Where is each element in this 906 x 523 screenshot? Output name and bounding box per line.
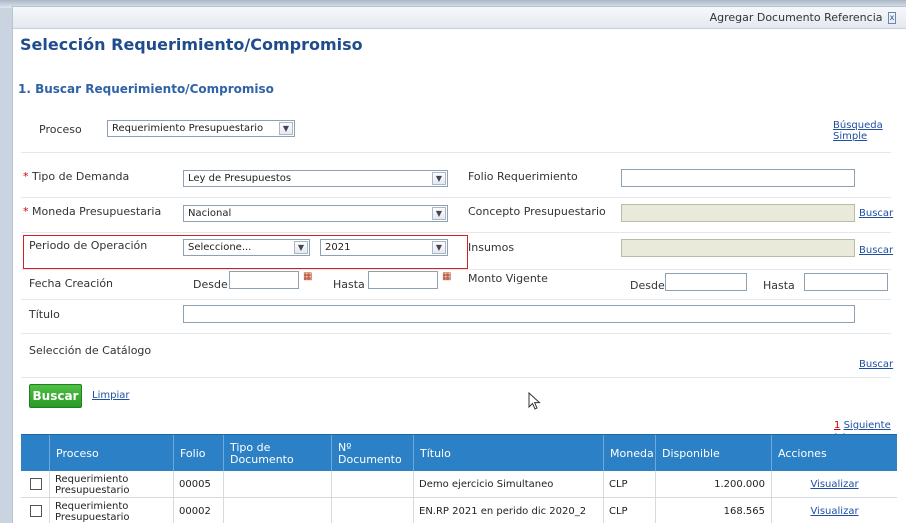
catalogo-buscar-link[interactable]: Buscar xyxy=(859,359,893,370)
cell-numero-documento xyxy=(331,498,413,523)
catalogo-label: Selección de Catálogo xyxy=(29,344,152,357)
calendar-icon[interactable]: ▦ xyxy=(303,271,317,284)
divider xyxy=(21,377,891,378)
fecha-hasta-label: Hasta xyxy=(333,278,365,291)
proceso-select[interactable]: Requerimiento Presupuestario ▼ xyxy=(107,120,295,137)
divider xyxy=(21,269,891,270)
divider xyxy=(21,232,891,233)
tipo-demanda-value: Ley de Presupuestos xyxy=(188,173,292,184)
section-title: 1. Buscar Requerimiento/Compromiso xyxy=(18,82,274,96)
column-header-tipo-documento[interactable]: Tipo de Documento xyxy=(223,435,331,472)
insumos-buscar-link[interactable]: Buscar xyxy=(859,245,893,256)
cell-acciones: Visualizar xyxy=(771,471,897,498)
concepto-input xyxy=(621,204,855,222)
chevron-down-icon: ▼ xyxy=(294,241,308,254)
proceso-label: Proceso xyxy=(39,123,82,136)
cell-proceso: Requerimiento Presupuestario xyxy=(49,498,173,523)
tipo-demanda-label: * Tipo de Demanda xyxy=(23,170,130,183)
dialog-window: Agregar Documento Referencia x Selección… xyxy=(12,6,906,523)
monto-hasta-label: Hasta xyxy=(763,279,795,292)
chevron-down-icon: ▼ xyxy=(432,207,446,220)
cell-folio: 00002 xyxy=(173,498,223,523)
column-header-moneda[interactable]: Moneda xyxy=(603,435,655,472)
divider xyxy=(21,299,891,300)
fecha-hasta-input[interactable] xyxy=(368,271,438,289)
monto-hasta-input[interactable] xyxy=(804,273,888,291)
column-header-numero-documento[interactable]: Nº Documento xyxy=(331,435,413,472)
chevron-down-icon: ▼ xyxy=(432,172,446,185)
busqueda-simple-link[interactable]: Búsqueda Simple xyxy=(833,120,906,142)
divider xyxy=(21,152,891,153)
row-checkbox[interactable] xyxy=(30,478,42,490)
concepto-label: Concepto Presupuestario xyxy=(468,205,606,218)
close-icon[interactable]: x xyxy=(888,12,896,24)
moneda-select[interactable]: Nacional ▼ xyxy=(183,205,448,222)
page-number[interactable]: 1 xyxy=(834,420,840,431)
periodo-anio-value: 2021 xyxy=(325,242,351,253)
cell-titulo: Demo ejercicio Simultaneo xyxy=(413,471,603,498)
insumos-input xyxy=(621,239,855,257)
cell-disponible: 168.565 xyxy=(655,498,771,523)
dialog-titlebar: Agregar Documento Referencia x xyxy=(13,7,906,29)
moneda-label: * Moneda Presupuestaria xyxy=(23,205,162,218)
titulo-label: Título xyxy=(29,308,60,321)
cell-tipo-documento xyxy=(223,498,331,523)
monto-desde-label: Desde xyxy=(630,279,665,292)
page-title: Selección Requerimiento/Compromiso xyxy=(20,35,363,54)
periodo-mes-select[interactable]: Seleccione... ▼ xyxy=(183,239,310,256)
calendar-icon[interactable]: ▦ xyxy=(442,271,456,284)
visualizar-link[interactable]: Visualizar xyxy=(810,506,858,517)
column-header-proceso[interactable]: Proceso xyxy=(49,435,173,472)
divider xyxy=(21,197,891,198)
cell-folio: 00005 xyxy=(173,471,223,498)
visualizar-link[interactable]: Visualizar xyxy=(810,479,858,490)
cell-moneda: CLP xyxy=(603,471,655,498)
fecha-desde-label: Desde xyxy=(193,278,228,291)
cell-disponible: 1.200.000 xyxy=(655,471,771,498)
cell-proceso: Requerimiento Presupuestario xyxy=(49,471,173,498)
column-header-titulo[interactable]: Título xyxy=(413,435,603,472)
periodo-label: Periodo de Operación xyxy=(29,239,148,252)
fecha-desde-input[interactable] xyxy=(229,271,299,289)
column-header-disponible[interactable]: Disponible xyxy=(655,435,771,472)
cell-tipo-documento xyxy=(223,471,331,498)
results-table: Proceso Folio Tipo de Documento Nº Docum… xyxy=(21,434,897,523)
divider xyxy=(21,333,891,334)
cell-numero-documento xyxy=(331,471,413,498)
monto-vigente-label: Monto Vigente xyxy=(468,272,548,285)
monto-desde-input[interactable] xyxy=(665,273,747,291)
periodo-anio-select[interactable]: 2021 ▼ xyxy=(320,239,448,256)
titulo-input[interactable] xyxy=(183,305,855,323)
table-header: Proceso Folio Tipo de Documento Nº Docum… xyxy=(21,434,897,472)
insumos-label: Insumos xyxy=(468,241,515,254)
cell-moneda: CLP xyxy=(603,498,655,523)
table-row: Requerimiento Presupuestario 00002 EN.RP… xyxy=(21,498,897,523)
column-header-acciones[interactable]: Acciones xyxy=(771,435,897,472)
concepto-buscar-link[interactable]: Buscar xyxy=(859,208,893,219)
fecha-creacion-label: Fecha Creación xyxy=(29,277,114,290)
column-header-folio[interactable]: Folio xyxy=(173,435,223,472)
cell-acciones: Visualizar xyxy=(771,498,897,523)
dialog-title: Agregar Documento Referencia x xyxy=(709,11,896,24)
tipo-demanda-select[interactable]: Ley de Presupuestos ▼ xyxy=(183,170,448,187)
row-checkbox[interactable] xyxy=(30,505,42,517)
folio-input[interactable] xyxy=(621,169,855,187)
cell-titulo: EN.RP 2021 en perido dic 2020_2 xyxy=(413,498,603,523)
buscar-button[interactable]: Buscar xyxy=(29,384,82,408)
chevron-down-icon: ▼ xyxy=(279,122,293,135)
table-row: Requerimiento Presupuestario 00005 Demo … xyxy=(21,471,897,498)
proceso-value: Requerimiento Presupuestario xyxy=(112,123,264,134)
folio-label: Folio Requerimiento xyxy=(468,170,578,183)
chevron-down-icon: ▼ xyxy=(432,241,446,254)
periodo-mes-value: Seleccione... xyxy=(188,242,252,253)
moneda-value: Nacional xyxy=(188,208,232,219)
limpiar-link[interactable]: Limpiar xyxy=(92,390,129,401)
mouse-cursor-icon xyxy=(528,392,541,410)
